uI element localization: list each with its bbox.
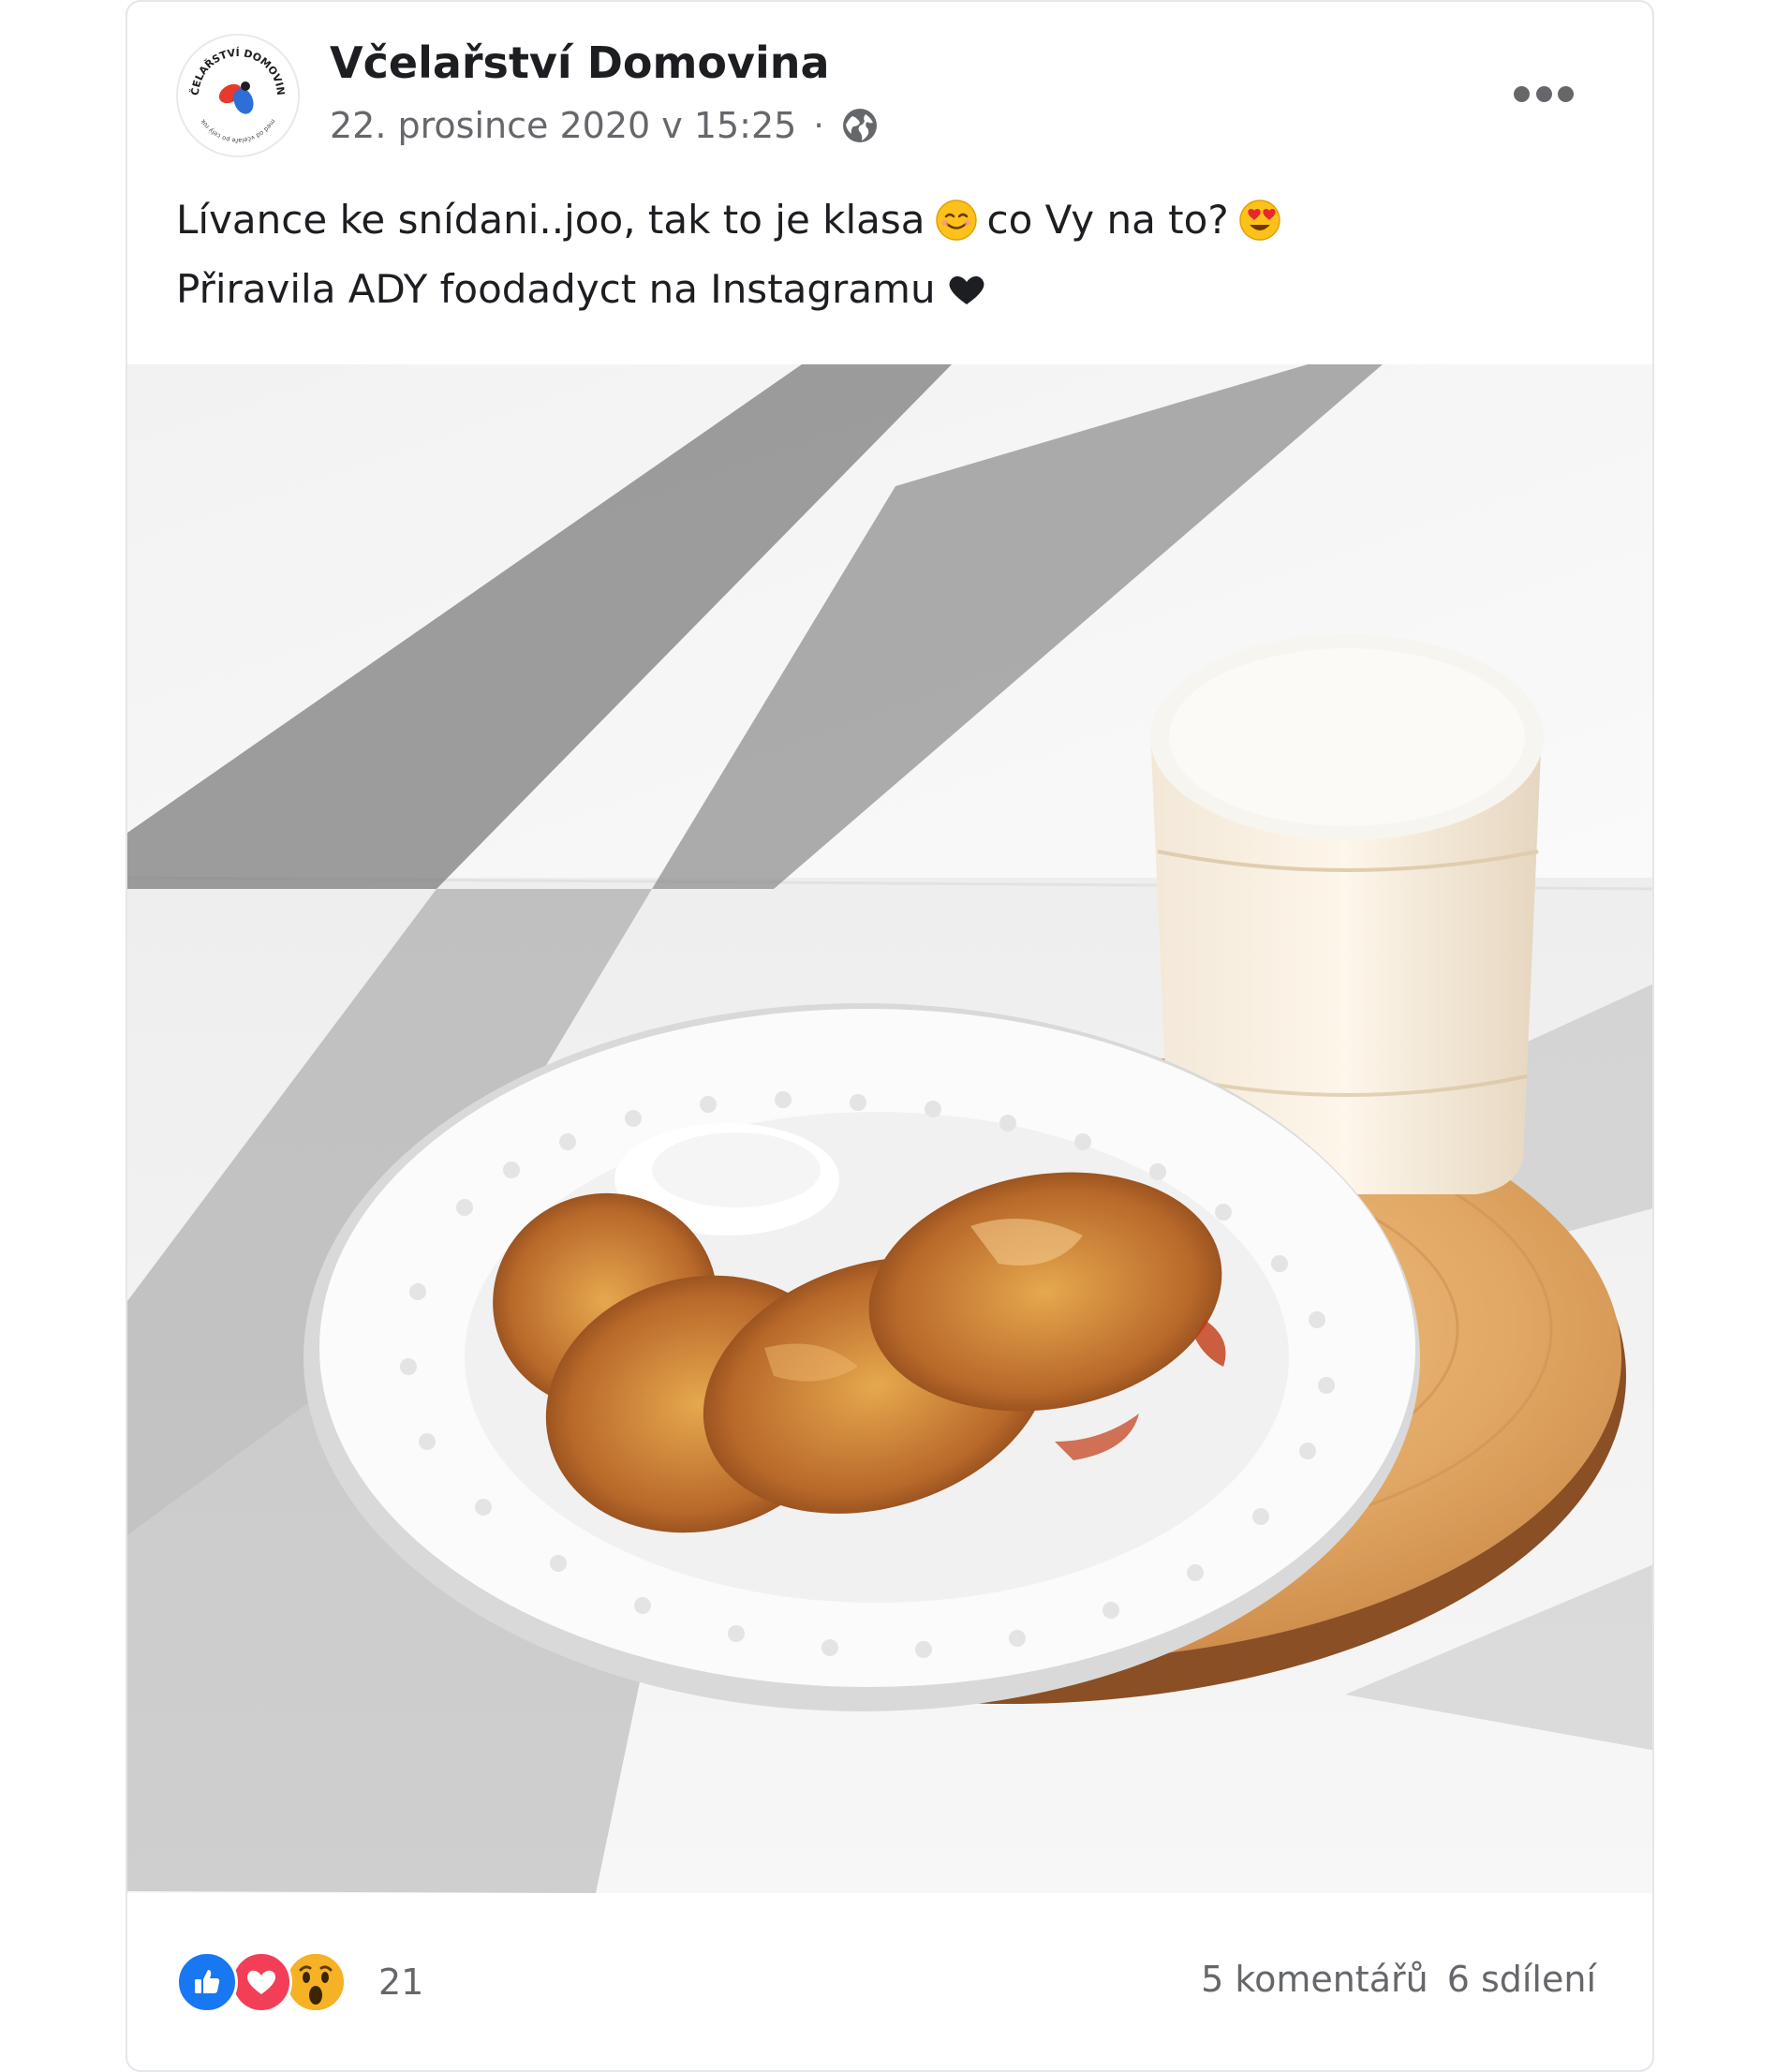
reactions-summary[interactable]: 21: [176, 1951, 423, 2013]
post-photo[interactable]: [127, 364, 1652, 1893]
more-options-icon[interactable]: [1514, 79, 1574, 109]
heart-eyes-emoji: [1238, 200, 1280, 241]
post-header: VČELAŘSTVÍ DOMOVINA med od včelaře po ce…: [127, 2, 1652, 161]
post-card: VČELAŘSTVÍ DOMOVINA med od včelaře po ce…: [126, 0, 1654, 2072]
post-text-line-2: Přiravila ADY foodadyct na Instagramu: [176, 255, 1600, 324]
post-text-part: Lívance ke snídani..joo, tak to je klasa: [176, 197, 925, 243]
post-footer: 21 5 komentářů 6 sdílení: [127, 1893, 1652, 2070]
page-avatar[interactable]: VČELAŘSTVÍ DOMOVINA med od včelaře po ce…: [174, 26, 300, 157]
globe-icon[interactable]: [841, 107, 879, 144]
meta-separator: ·: [813, 106, 824, 145]
post-text: Lívance ke snídani..joo, tak to je klasa…: [176, 185, 1600, 324]
logo-icon: VČELAŘSTVÍ DOMOVINA med od včelaře po ce…: [174, 26, 287, 144]
pancakes-photo: [127, 364, 1652, 1893]
wow-reaction-icon: [285, 1951, 347, 2013]
engagement-stats: 5 komentářů 6 sdílení: [1201, 1959, 1596, 2000]
post-text-part: Přiravila ADY foodadyct na Instagramu: [176, 266, 936, 312]
smiling-face-emoji: [935, 200, 977, 241]
comments-count[interactable]: 5 komentářů: [1201, 1959, 1428, 2000]
shares-count[interactable]: 6 sdílení: [1447, 1959, 1596, 2000]
like-reaction-icon: [176, 1951, 238, 2013]
svg-text:med od včelaře po celý rok: med od včelaře po celý rok: [199, 117, 276, 144]
page-name[interactable]: Včelařství Domovina: [330, 37, 830, 88]
post-meta: 22. prosince 2020 v 15:25 ·: [330, 105, 879, 146]
reaction-count[interactable]: 21: [378, 1961, 423, 2003]
post-text-line-1: Lívance ke snídani..joo, tak to je klasa…: [176, 185, 1600, 255]
love-reaction-icon: [230, 1951, 292, 2013]
post-timestamp[interactable]: 22. prosince 2020 v 15:25: [330, 105, 796, 146]
heart-icon: [949, 276, 984, 304]
post-text-part: co Vy na to?: [986, 197, 1229, 243]
